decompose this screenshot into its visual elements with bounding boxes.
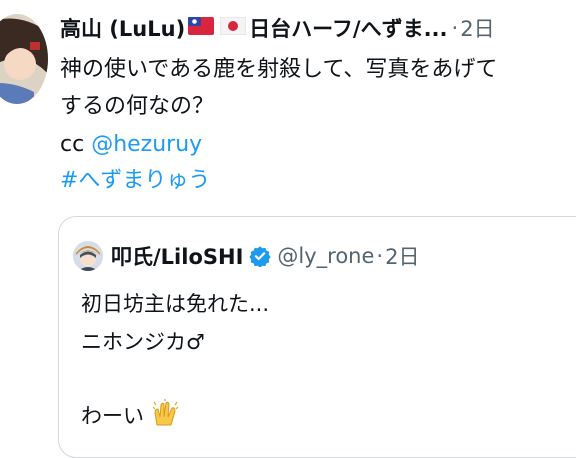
author-tagline: 日台ハーフ/へずま... <box>249 17 448 41</box>
quoted-text-line-3-text: わーい <box>81 404 144 428</box>
mention-link[interactable]: @hezuruy <box>91 132 202 157</box>
verified-badge-icon <box>249 245 272 267</box>
author-name[interactable]: 高山 (LuLu) 日台ハーフ/へずま... <box>60 13 448 43</box>
japan-flag-icon <box>219 16 247 40</box>
quoted-author-avatar[interactable] <box>73 241 103 271</box>
quoted-author-handle[interactable]: @ly_rone <box>277 244 374 268</box>
quoted-tweet-card[interactable]: 叩氏/LiloSHI @ly_rone · 2日 初日坊主は免れた... ニホン… <box>58 216 576 458</box>
tweet-text-line-1: 神の使いである鹿を射殺して、写真をあげて <box>60 57 498 82</box>
hashtag-link[interactable]: #へずまりゅう <box>60 168 210 193</box>
quoted-separator: · <box>376 244 384 268</box>
tweet-hashtag-line: #へずまりゅう <box>60 166 210 196</box>
quoted-author-name[interactable]: 叩氏/LiloSHI <box>111 241 243 271</box>
tweet-text-line-2: するの何なの？ <box>60 94 215 119</box>
header-separator: · <box>451 16 459 40</box>
quoted-tweet-header: 叩氏/LiloSHI @ly_rone · 2日 <box>73 241 419 271</box>
avatar-image <box>0 14 48 104</box>
taiwan-flag-icon <box>188 16 215 40</box>
quoted-tweet-date[interactable]: 2日 <box>385 241 419 271</box>
tweet-date[interactable]: 2日 <box>460 13 494 43</box>
author-name-text: 高山 (LuLu) <box>60 17 186 41</box>
quoted-text-line-1: 初日坊主は免れた... <box>81 292 270 316</box>
tweet-cc-line: cc @hezuruy <box>60 130 202 160</box>
author-avatar[interactable] <box>0 14 48 104</box>
tweet-header: 高山 (LuLu) 日台ハーフ/へずま... · 2日 <box>60 11 576 45</box>
cc-prefix: cc <box>60 132 92 157</box>
quoted-text-line-2: ニホンジカ♂ <box>81 330 205 354</box>
